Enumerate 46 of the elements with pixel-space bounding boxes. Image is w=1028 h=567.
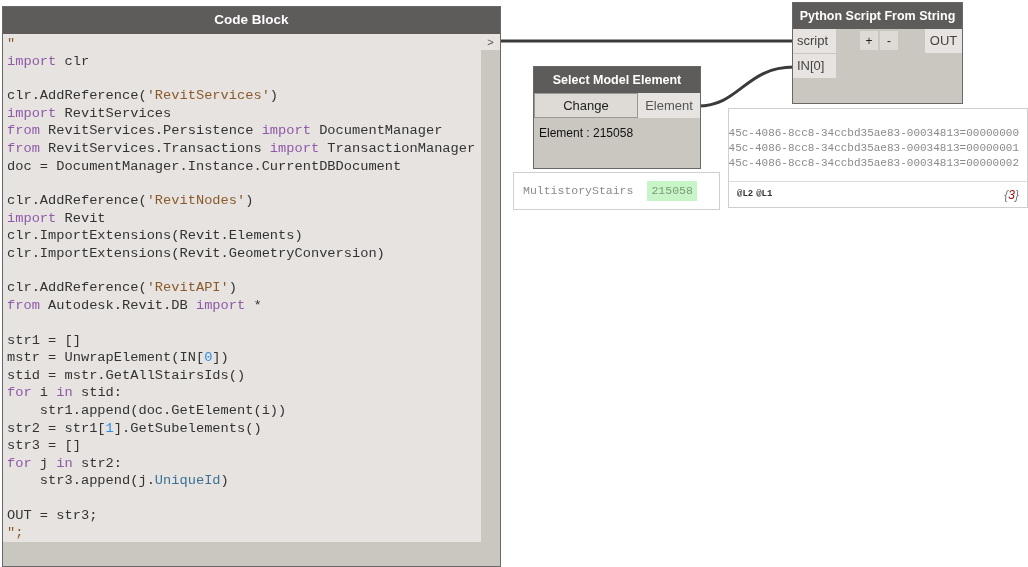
output-port[interactable]: OUT xyxy=(925,29,962,53)
add-input-button[interactable]: + xyxy=(860,31,878,50)
code-line: str1 = [] xyxy=(7,331,81,350)
element-info: Element : 215058 xyxy=(539,125,634,142)
node-title: Select Model Element xyxy=(534,67,700,93)
node-title: Python Script From String xyxy=(793,3,962,29)
code-line: mstr = UnwrapElement(IN[0]) xyxy=(7,349,229,367)
node-title: Code Block xyxy=(3,7,500,34)
change-button[interactable]: Change xyxy=(534,93,638,118)
code-line: str3 = [] xyxy=(7,437,81,455)
code-line: str3.append(j.UniqueId) xyxy=(38,472,229,490)
code-line: clr.AddReference('RevitAPI') xyxy=(7,279,237,297)
code-line: str1.append(doc.GetElement(i)) xyxy=(38,401,287,420)
level-label: @L1 xyxy=(756,187,773,201)
code-line: import Revit xyxy=(7,209,106,228)
code-line: "; xyxy=(7,524,24,542)
code-line: import RevitServices xyxy=(7,104,172,123)
select-element-node[interactable]: Select Model Element Change Element Element : 215058 xyxy=(533,66,701,169)
remove-input-button[interactable]: - xyxy=(880,31,898,50)
code-block-node[interactable] xyxy=(2,6,501,567)
code-line: for i in stid: xyxy=(7,384,123,402)
list-item: 45c-4086-8cc8-34ccbd35ae83-00034813=00000000 xyxy=(729,125,1019,141)
input-port[interactable]: IN[0] xyxy=(793,54,836,78)
element-type: MultistoryStairs xyxy=(523,183,634,200)
code-line: OUT = str3; xyxy=(7,506,98,525)
list-item: 45c-4086-8cc8-34ccbd35ae83-00034813=00000002 xyxy=(729,155,1019,171)
list-item: 45c-4086-8cc8-34ccbd35ae83-00034813=00000001 xyxy=(729,140,1019,156)
code-line: import clr xyxy=(7,52,90,71)
code-line: " xyxy=(7,35,16,53)
code-line: clr.AddReference('RevitNodes') xyxy=(7,192,254,210)
output-port[interactable]: > xyxy=(481,34,500,50)
code-line: from Autodesk.Revit.DB import * xyxy=(7,297,262,315)
input-port[interactable]: script xyxy=(793,29,836,53)
item-count: {3} xyxy=(1004,186,1019,204)
level-label: @L2 xyxy=(737,187,754,201)
code-line: for j in str2: xyxy=(7,454,123,473)
code-line: clr.ImportExtensions(Revit.Elements) xyxy=(7,227,303,245)
code-line: stid = mstr.GetAllStairsIds() xyxy=(7,366,246,385)
python-script-node[interactable]: Python Script From String script IN[0] + - OUT xyxy=(792,2,963,104)
code-line: from RevitServices.Transactions import TransactionManager xyxy=(7,139,476,158)
code-line: from RevitServices.Persistence import DocumentManager xyxy=(7,122,443,140)
code-line: doc = DocumentManager.Instance.CurrentDBDocument xyxy=(7,157,402,176)
code-line: clr.AddReference('RevitServices') xyxy=(7,87,279,105)
output-port[interactable]: Element xyxy=(638,93,700,118)
code-line: str2 = str1[1].GetSubelements() xyxy=(7,419,262,438)
code-line: clr.ImportExtensions(Revit.GeometryConversion) xyxy=(7,244,385,263)
